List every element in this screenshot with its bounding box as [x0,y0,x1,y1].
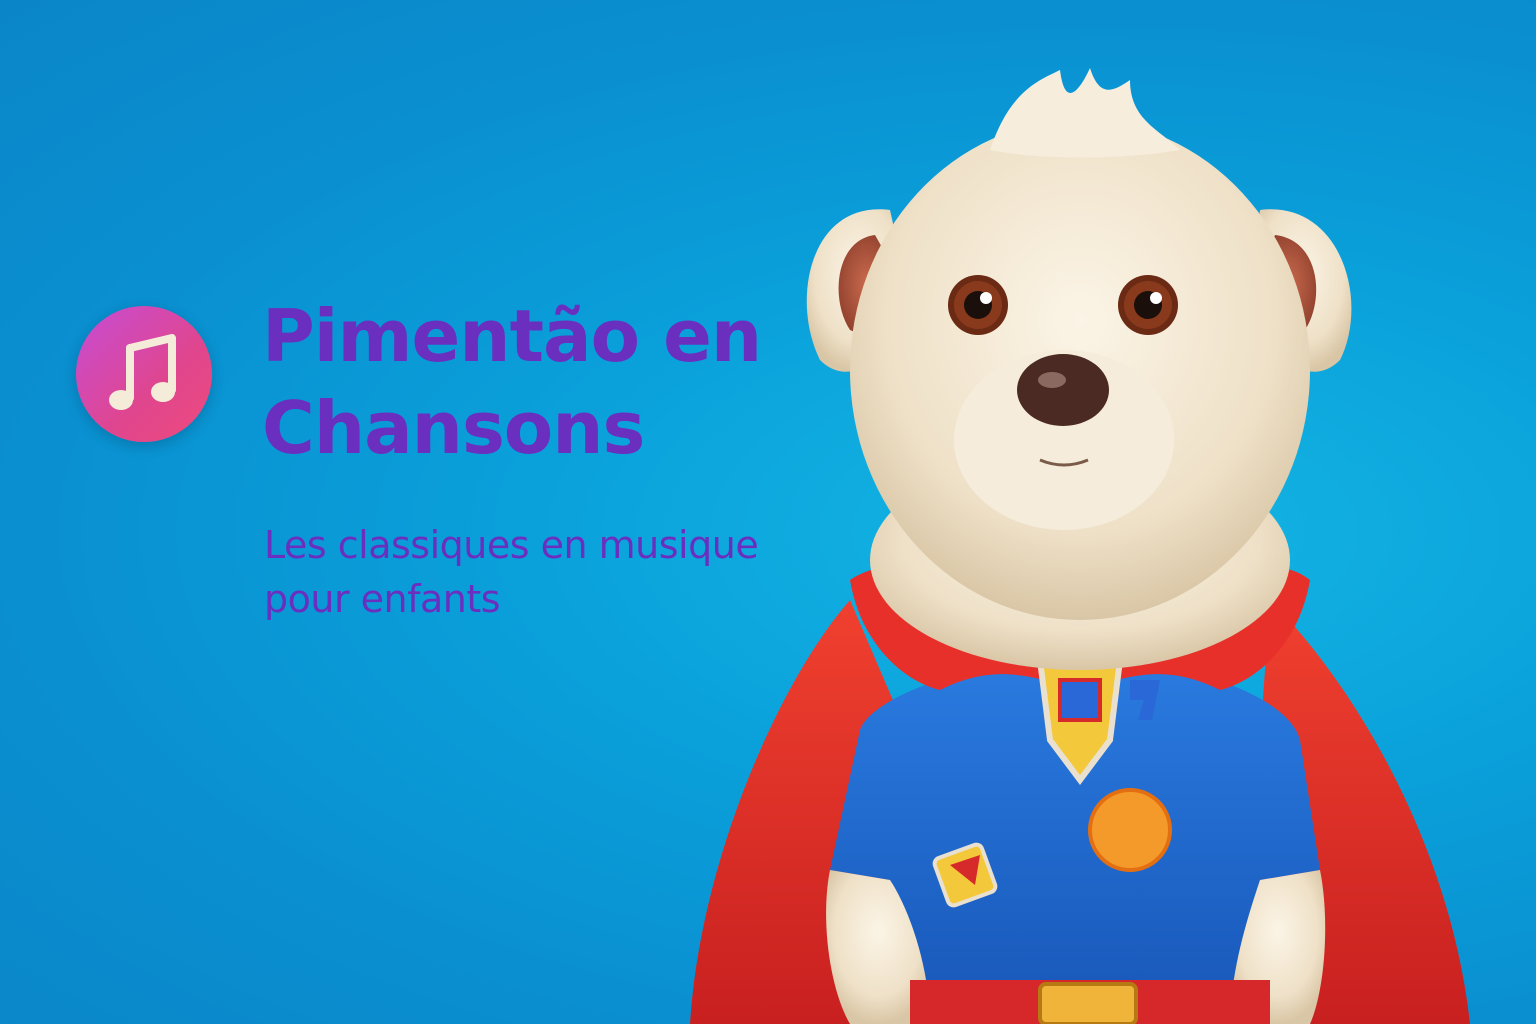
belt-buckle [1038,982,1138,1024]
music-note-icon [109,334,176,410]
app-icon[interactable] [76,306,212,442]
head-tuft [990,68,1180,158]
nose [1017,354,1109,426]
superhero-dog-illustration [690,68,1470,1024]
shield-emblem [1058,678,1102,722]
hero-banner: Pimentão en Chansons Les classiques en m… [0,0,1536,1024]
orange-patch [1088,788,1172,872]
